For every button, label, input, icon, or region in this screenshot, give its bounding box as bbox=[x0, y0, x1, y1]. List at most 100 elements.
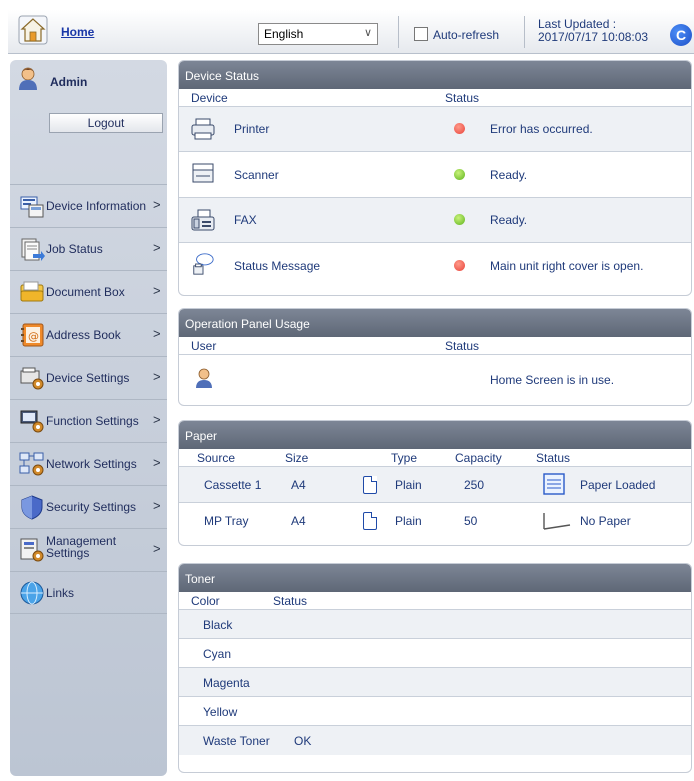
device-name: Printer bbox=[234, 122, 270, 136]
column-headers: User Status bbox=[179, 337, 691, 355]
sidebar-item-management-settings[interactable]: Management Settings > bbox=[10, 528, 167, 571]
sidebar-item-links[interactable]: Links bbox=[10, 571, 167, 614]
paper-type: Plain bbox=[395, 478, 422, 492]
sidebar-item-label: Links bbox=[46, 586, 75, 600]
device-status: Error has occurred. bbox=[490, 122, 593, 136]
sidebar-item-device-information[interactable]: Device Information > bbox=[10, 184, 167, 227]
auto-refresh-label: Auto-refresh bbox=[433, 28, 500, 42]
sidebar-item-job-status[interactable]: Job Status > bbox=[10, 227, 167, 270]
table-row: Black bbox=[179, 610, 691, 639]
table-row: Yellow bbox=[179, 697, 691, 726]
panel-title: Device Status bbox=[179, 61, 691, 89]
toner-color: Black bbox=[203, 618, 233, 632]
home-link[interactable]: Home bbox=[61, 25, 94, 39]
sidebar-item-label: Job Status bbox=[46, 242, 103, 256]
language-select[interactable]: English ∨ bbox=[258, 23, 378, 45]
sidebar: Admin Logout Device Information > Job St… bbox=[10, 60, 167, 776]
paper-status: Paper Loaded bbox=[580, 478, 656, 492]
refresh-icon[interactable]: C bbox=[670, 24, 692, 46]
logout-button[interactable]: Logout bbox=[49, 113, 163, 133]
sidebar-item-label: Management Settings bbox=[46, 535, 116, 559]
table-row: Cassette 1 A4 Plain 250 Paper Loaded bbox=[179, 467, 691, 503]
printer-icon bbox=[191, 118, 215, 140]
top-bar: Home English ∨ Auto-refresh Last Updated… bbox=[8, 10, 694, 54]
column-header-type: Type bbox=[391, 451, 418, 465]
sidebar-item-label: Network Settings bbox=[46, 457, 137, 471]
network-settings-icon bbox=[19, 452, 44, 476]
sidebar-item-address-book[interactable]: @ Address Book > bbox=[10, 313, 167, 356]
error-indicator-icon bbox=[454, 260, 465, 271]
paper-type: Plain bbox=[395, 514, 422, 528]
no-paper-icon bbox=[543, 513, 571, 530]
sidebar-item-network-settings[interactable]: Network Settings > bbox=[10, 442, 167, 485]
auto-refresh-checkbox[interactable] bbox=[414, 27, 428, 41]
sidebar-item-document-box[interactable]: Document Box > bbox=[10, 270, 167, 313]
device-status: Main unit right cover is open. bbox=[490, 259, 644, 273]
home-icon[interactable] bbox=[18, 15, 48, 45]
svg-text:@: @ bbox=[28, 330, 39, 343]
table-row: Status Message Main unit right cover is … bbox=[179, 243, 691, 289]
toner-color: Yellow bbox=[203, 705, 238, 719]
table-row: MP Tray A4 Plain 50 No Paper bbox=[179, 503, 691, 539]
paper-panel: Paper Source Size Type Capacity Status C… bbox=[178, 420, 692, 546]
paper-source: Cassette 1 bbox=[204, 478, 262, 492]
toner-color: Magenta bbox=[203, 676, 250, 690]
chevron-right-icon: > bbox=[153, 240, 161, 255]
paper-sheet-icon bbox=[363, 512, 377, 530]
page: Home English ∨ Auto-refresh Last Updated… bbox=[0, 0, 694, 781]
column-headers: Source Size Type Capacity Status bbox=[179, 449, 691, 467]
table-row: FAX Ready. bbox=[179, 198, 691, 243]
sidebar-item-device-settings[interactable]: Device Settings > bbox=[10, 356, 167, 399]
table-row: Magenta bbox=[179, 668, 691, 697]
paper-size: A4 bbox=[291, 514, 306, 528]
chevron-right-icon: > bbox=[153, 455, 161, 470]
scanner-icon bbox=[192, 163, 214, 183]
panel-title: Operation Panel Usage bbox=[179, 309, 691, 337]
sidebar-item-function-settings[interactable]: Function Settings > bbox=[10, 399, 167, 442]
shield-icon bbox=[21, 495, 43, 520]
column-header-size: Size bbox=[285, 451, 309, 465]
chevron-right-icon: > bbox=[153, 326, 161, 341]
sidebar-item-security-settings[interactable]: Security Settings > bbox=[10, 485, 167, 528]
column-header-user: User bbox=[191, 339, 217, 353]
paper-status: No Paper bbox=[580, 514, 631, 528]
error-indicator-icon bbox=[454, 123, 465, 134]
sidebar-item-label: Security Settings bbox=[46, 500, 137, 514]
toner-panel: Toner Color Status Black Cyan Magenta Ye… bbox=[178, 563, 692, 773]
sidebar-item-label-line2: Settings bbox=[46, 546, 90, 560]
chevron-right-icon: > bbox=[153, 369, 161, 384]
chevron-right-icon: > bbox=[153, 541, 161, 556]
device-name: FAX bbox=[234, 213, 257, 227]
toner-status: OK bbox=[294, 734, 312, 748]
device-name: Status Message bbox=[234, 259, 321, 273]
panel-title: Paper bbox=[179, 421, 691, 449]
sidebar-item-label: Address Book bbox=[46, 328, 121, 342]
column-header-status: Status bbox=[536, 451, 571, 465]
address-book-icon: @ bbox=[21, 323, 44, 347]
column-header-color: Color bbox=[191, 594, 220, 608]
toner-color: Cyan bbox=[203, 647, 232, 661]
device-status-panel: Device Status Device Status Printer Erro… bbox=[178, 60, 692, 296]
column-headers: Device Status bbox=[179, 89, 691, 107]
column-headers: Color Status bbox=[179, 592, 691, 610]
divider bbox=[524, 16, 525, 48]
function-settings-icon bbox=[20, 410, 44, 433]
table-row: Scanner Ready. bbox=[179, 152, 691, 198]
job-status-icon bbox=[21, 238, 45, 261]
globe-icon bbox=[20, 581, 44, 605]
fax-icon bbox=[191, 209, 215, 231]
column-header-status: Status bbox=[273, 594, 308, 608]
column-header-source: Source bbox=[197, 451, 236, 465]
sidebar-item-label: Device Information bbox=[46, 199, 147, 213]
paper-source: MP Tray bbox=[204, 514, 249, 528]
sidebar-item-label: Device Settings bbox=[46, 371, 130, 385]
chevron-right-icon: > bbox=[153, 197, 161, 212]
user-name: Admin bbox=[50, 75, 88, 89]
table-row: Printer Error has occurred. bbox=[179, 107, 691, 152]
user-icon bbox=[196, 368, 212, 388]
chevron-right-icon: > bbox=[153, 412, 161, 427]
sidebar-item-label: Document Box bbox=[46, 285, 125, 299]
device-settings-icon bbox=[20, 367, 44, 390]
chevron-right-icon: > bbox=[153, 283, 161, 298]
table-row: Home Screen is in use. bbox=[179, 355, 691, 403]
